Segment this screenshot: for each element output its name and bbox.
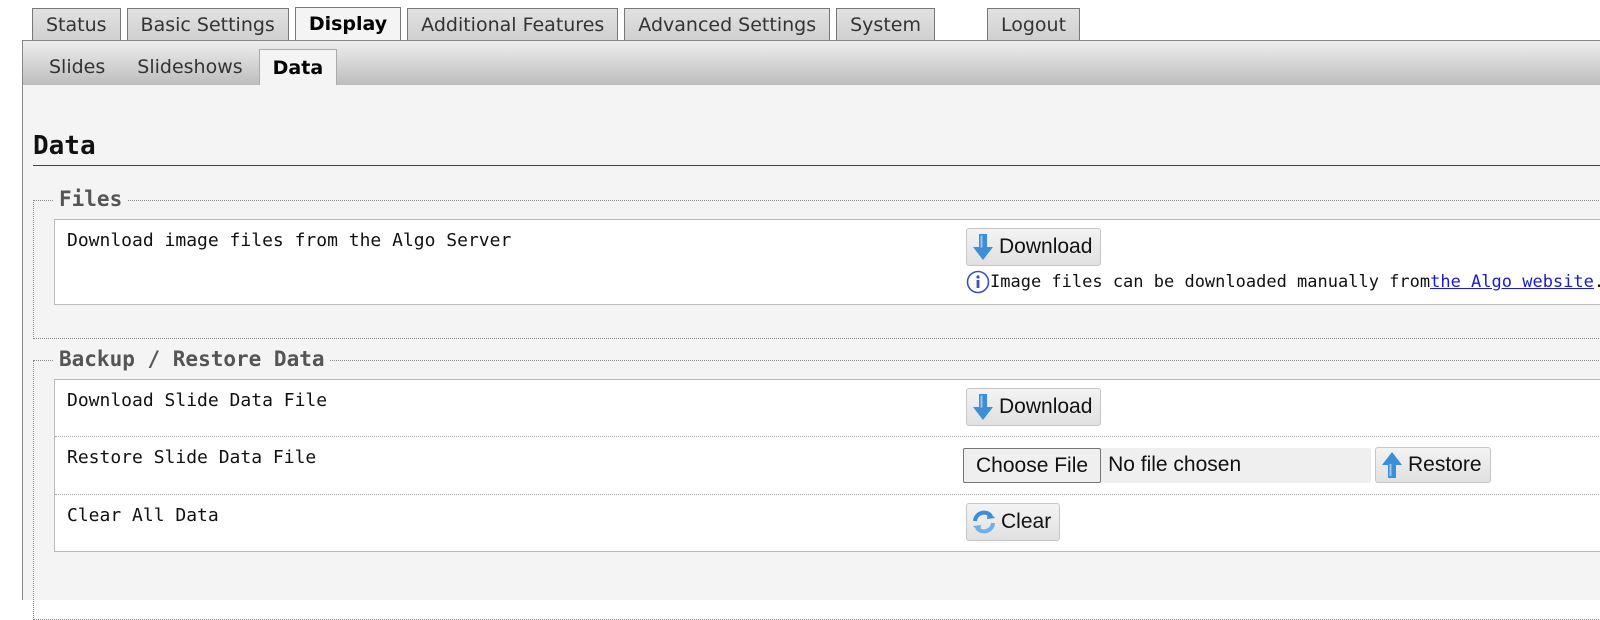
download-images-label: Download image files from the Algo Serve…: [67, 230, 512, 251]
restore-button-label: Restore: [1408, 453, 1482, 476]
clear-all-data-label: Clear All Data: [67, 505, 219, 526]
row-download-images: Download image files from the Algo Serve…: [55, 220, 1600, 304]
files-legend: Files: [54, 187, 128, 211]
download-slide-data-button-label: Download: [999, 395, 1093, 418]
main-tab-bar: Status Basic Settings Display Additional…: [32, 7, 1086, 41]
subtab-slideshows[interactable]: Slideshows: [121, 49, 258, 85]
subtab-data[interactable]: Data: [258, 49, 338, 85]
backup-box: Download Slide Data File Download Restor…: [54, 379, 1600, 552]
clear-all-data-ctrl: Clear: [966, 503, 1061, 541]
row-clear-all-data: Clear All Data Clear: [55, 495, 1600, 551]
files-box: Download image files from the Algo Serve…: [54, 219, 1600, 305]
file-input[interactable]: Choose File No file chosen: [963, 447, 1371, 483]
choose-file-button[interactable]: Choose File: [963, 447, 1102, 483]
subtab-slides[interactable]: Slides: [33, 49, 121, 85]
download-images-button-label: Download: [999, 235, 1093, 258]
info-icon: [966, 270, 990, 294]
tab-system[interactable]: System: [836, 8, 935, 41]
algo-website-link[interactable]: the Algo website: [1430, 272, 1594, 292]
files-group: Files Download image files from the Algo…: [33, 187, 1600, 339]
row-download-slide-data: Download Slide Data File Download: [55, 380, 1600, 437]
download-images-ctrl: Download: [966, 228, 1102, 266]
restore-slide-data-label: Restore Slide Data File: [67, 447, 317, 468]
restore-button[interactable]: Restore: [1375, 447, 1491, 483]
backup-legend: Backup / Restore Data: [54, 347, 330, 371]
refresh-icon: [973, 510, 995, 534]
download-slide-data-label: Download Slide Data File: [67, 390, 328, 411]
logout-tab[interactable]: Logout: [986, 8, 1081, 41]
sub-tab-bar: Slides Slideshows Data: [23, 41, 1600, 85]
sub-tabs: Slides Slideshows Data: [33, 49, 338, 85]
info-text: Image files can be downloaded manually f…: [990, 272, 1431, 292]
info-line: Image files can be downloaded manually f…: [966, 270, 1600, 294]
clear-button[interactable]: Clear: [966, 503, 1061, 541]
download-arrow-icon: [973, 234, 993, 260]
download-slide-data-ctrl: Download: [966, 388, 1102, 426]
tab-status[interactable]: Status: [32, 8, 121, 41]
download-images-button[interactable]: Download: [966, 228, 1102, 266]
tab-advanced-settings[interactable]: Advanced Settings: [624, 8, 831, 41]
restore-slide-data-ctrl: Choose File No file chosen Restore: [963, 447, 1491, 483]
backup-group: Backup / Restore Data Download Slide Dat…: [33, 347, 1600, 620]
tab-display[interactable]: Display: [294, 7, 402, 41]
clear-button-label: Clear: [1001, 510, 1052, 533]
info-suffix: .: [1594, 272, 1600, 292]
tab-basic-settings[interactable]: Basic Settings: [126, 8, 289, 41]
download-arrow-icon: [973, 394, 993, 420]
file-status: No file chosen: [1108, 453, 1242, 476]
upload-arrow-icon: [1382, 452, 1402, 478]
tab-additional-features[interactable]: Additional Features: [407, 8, 619, 41]
row-restore-slide-data: Restore Slide Data File Choose File No f…: [55, 437, 1600, 495]
content-panel: Slides Slideshows Data Data Files Downlo…: [22, 40, 1600, 620]
download-slide-data-button[interactable]: Download: [966, 388, 1102, 426]
page-title: Data: [33, 131, 1600, 166]
